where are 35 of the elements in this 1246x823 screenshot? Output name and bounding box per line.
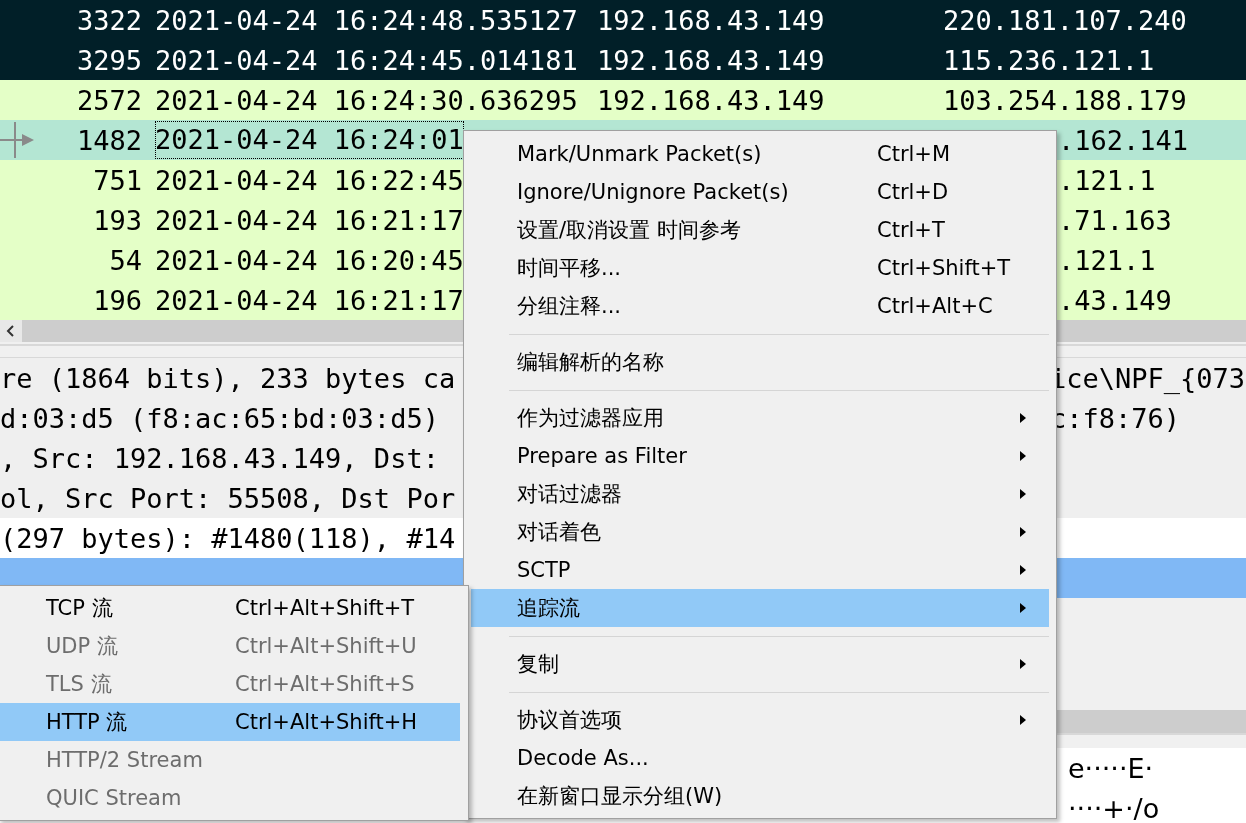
packet-destination: .121.1 [1058, 164, 1156, 196]
packet-number: 2572 [76, 84, 142, 116]
detail-text: d:03:d5 (f8:ac:65:bd:03:d5) [0, 402, 439, 434]
bytes-ascii-text: ····+·/o [1068, 792, 1161, 823]
packet-number: 196 [93, 284, 142, 316]
packet-number: 3295 [76, 44, 142, 76]
packet-time: 2021-04-24 16:24:30.636295 [155, 84, 578, 116]
packet-time: 2021-04-24 16:21:17 [155, 204, 464, 236]
packet-source: 192.168.43.149 [597, 44, 825, 76]
packet-destination: .43.149 [1058, 284, 1172, 316]
packet-number: 54 [109, 244, 142, 276]
bytes-ascii-text: e·····E· [1068, 752, 1155, 784]
packet-destination: .121.1 [1058, 244, 1156, 276]
packet-number: 1482 [76, 124, 142, 156]
packet-source: 192.168.43.149 [597, 4, 825, 36]
packet-time: 2021-04-24 16:21:17 [155, 284, 464, 316]
packet-time: 2021-04-24 16:24:01 [155, 121, 464, 159]
packet-destination: .71.163 [1058, 204, 1172, 236]
packet-destination: 115.236.121.1 [943, 44, 1155, 76]
packet-time: 2021-04-24 16:22:45 [155, 164, 464, 196]
detail-text: (297 bytes): #1480(118), #14 [0, 522, 456, 554]
packet-source: 192.168.43.149 [597, 84, 825, 116]
packet-number: 751 [93, 164, 142, 196]
detail-text: , Src: 192.168.43.149, Dst: [0, 442, 439, 474]
packet-number: 3322 [76, 4, 142, 36]
detail-text: ol, Src Port: 55508, Dst Por [0, 482, 456, 514]
detail-text: re (1864 bits), 233 bytes ca [0, 362, 456, 394]
packet-time: 2021-04-24 16:24:48.535127 [155, 4, 578, 36]
packet-destination: 220.181.107.240 [943, 4, 1187, 36]
packet-destination: .162.141 [1058, 124, 1189, 156]
packet-time: 2021-04-24 16:20:45 [155, 244, 464, 276]
packet-time: 2021-04-24 16:24:45.014181 [155, 44, 578, 76]
packet-destination: 103.254.188.179 [943, 84, 1187, 116]
packet-number: 193 [93, 204, 142, 236]
detail-text: ice\NPF_{073 [1050, 362, 1246, 394]
